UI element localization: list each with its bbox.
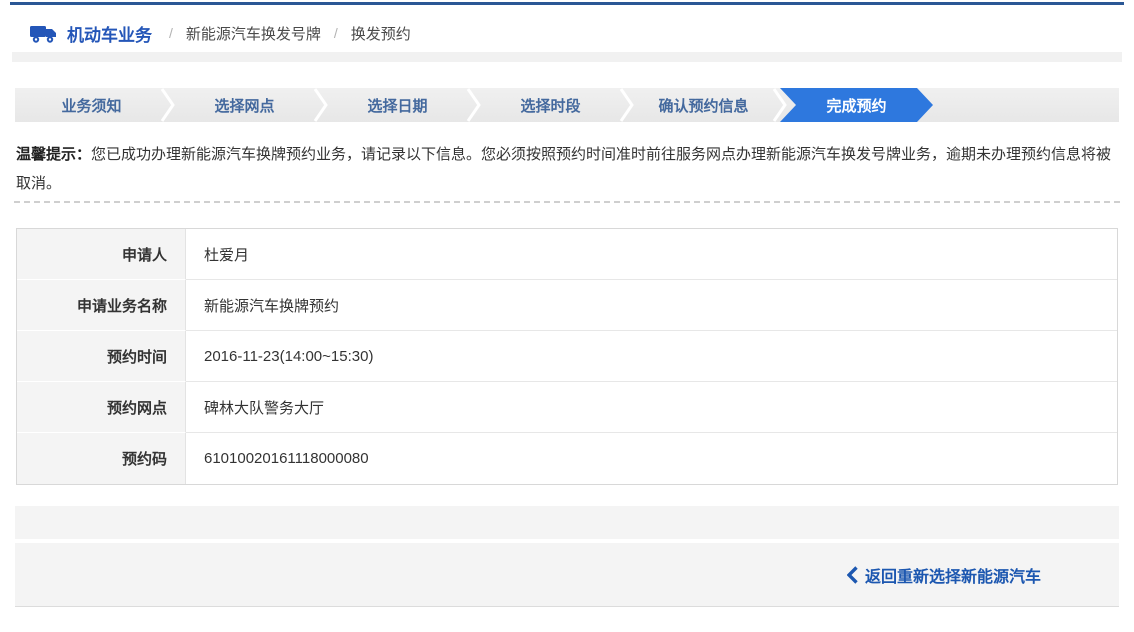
table-row-reservation-code: 预约码 61010020161118000080 <box>17 433 1117 484</box>
header-bottom-strip <box>12 52 1122 62</box>
notice-text: 您已成功办理新能源汽车换牌预约业务，请记录以下信息。您必须按照预约时间准时前往服… <box>16 146 1111 192</box>
row-label: 申请人 <box>17 229 186 280</box>
step-label: 确认预约信息 <box>658 95 748 116</box>
step-progress-bar: 业务须知 选择网点 选择日期 选择时段 确认预约信息 完成预约 <box>15 88 1119 122</box>
row-value-appointment-time: 2016-11-23(14:00~15:30) <box>186 331 1117 382</box>
table-row-business-name: 申请业务名称 新能源汽车换牌预约 <box>17 280 1117 331</box>
footer-action-panel: 返回重新选择新能源汽车 <box>15 543 1119 607</box>
step-label: 选择时段 <box>520 95 580 116</box>
row-value-reservation-code: 61010020161118000080 <box>186 433 1117 484</box>
step-label: 选择网点 <box>214 95 274 116</box>
step-tab-complete-active[interactable]: 完成预约 <box>780 88 933 122</box>
step-label: 业务须知 <box>61 95 121 116</box>
step-tab-select-branch[interactable]: 选择网点 <box>168 88 321 122</box>
row-value-business-name: 新能源汽车换牌预约 <box>186 280 1117 331</box>
row-label: 预约时间 <box>17 331 186 382</box>
notice-prefix: 温馨提示： <box>16 146 91 163</box>
step-tab-confirm-info[interactable]: 确认预约信息 <box>627 88 780 122</box>
table-row-appointment-time: 预约时间 2016-11-23(14:00~15:30) <box>17 331 1117 382</box>
step-tab-select-date[interactable]: 选择日期 <box>321 88 474 122</box>
row-label: 预约网点 <box>17 382 186 433</box>
step-separator-chevron-icon <box>772 88 787 122</box>
success-notice: 温馨提示：您已成功办理新能源汽车换牌预约业务，请记录以下信息。您必须按照预约时间… <box>16 140 1118 198</box>
row-value-applicant: 杜爱月 <box>186 229 1117 280</box>
breadcrumb-item-service[interactable]: 新能源汽车换发号牌 <box>186 23 321 44</box>
top-accent-line <box>10 2 1124 5</box>
table-row-branch: 预约网点 碑林大队警务大厅 <box>17 382 1117 433</box>
breadcrumb-separator: / <box>334 25 338 41</box>
truck-icon <box>30 23 57 44</box>
chevron-left-icon <box>847 566 858 584</box>
reservation-details-table: 申请人 杜爱月 申请业务名称 新能源汽车换牌预约 预约时间 2016-11-23… <box>16 228 1118 485</box>
breadcrumb: 机动车业务 / 新能源汽车换发号牌 / 换发预约 <box>12 10 1122 56</box>
step-label: 完成预约 <box>826 95 886 116</box>
breadcrumb-separator: / <box>169 25 173 41</box>
spacer-gray-bar <box>15 506 1119 539</box>
step-tab-select-time[interactable]: 选择时段 <box>474 88 627 122</box>
row-value-branch: 碑林大队警务大厅 <box>186 382 1117 433</box>
row-label: 申请业务名称 <box>17 280 186 331</box>
back-link-label: 返回重新选择新能源汽车 <box>865 563 1041 587</box>
breadcrumb-section-title[interactable]: 机动车业务 <box>67 21 152 46</box>
back-to-vehicle-select-link[interactable]: 返回重新选择新能源汽车 <box>847 563 1041 587</box>
row-label: 预约码 <box>17 433 186 484</box>
breadcrumb-item-current[interactable]: 换发预约 <box>351 23 411 44</box>
table-row-applicant: 申请人 杜爱月 <box>17 229 1117 280</box>
step-tab-notice[interactable]: 业务须知 <box>15 88 168 122</box>
step-label: 选择日期 <box>367 95 427 116</box>
dashed-divider <box>14 201 1120 203</box>
